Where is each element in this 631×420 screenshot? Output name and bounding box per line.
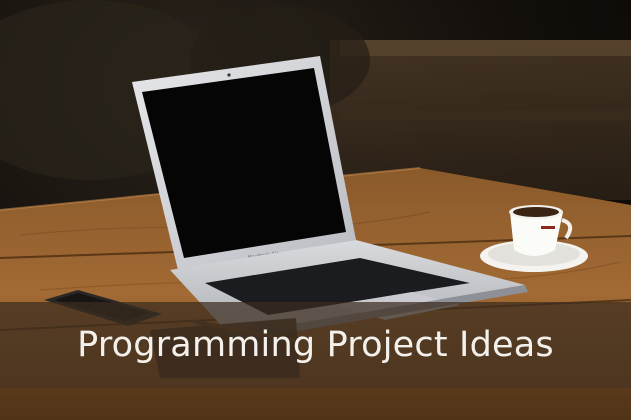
bottom-shadow <box>0 388 631 420</box>
coffee <box>513 207 559 217</box>
cup-logo <box>541 226 555 229</box>
caption-title: Programming Project Ideas <box>77 325 554 365</box>
caption-band: Programming Project Ideas <box>0 302 631 388</box>
hero-photo: MacBook Air Programming Project Ideas <box>0 0 631 420</box>
laptop-camera <box>227 73 231 77</box>
bench-slat <box>340 40 631 56</box>
bench-slat <box>340 110 631 120</box>
